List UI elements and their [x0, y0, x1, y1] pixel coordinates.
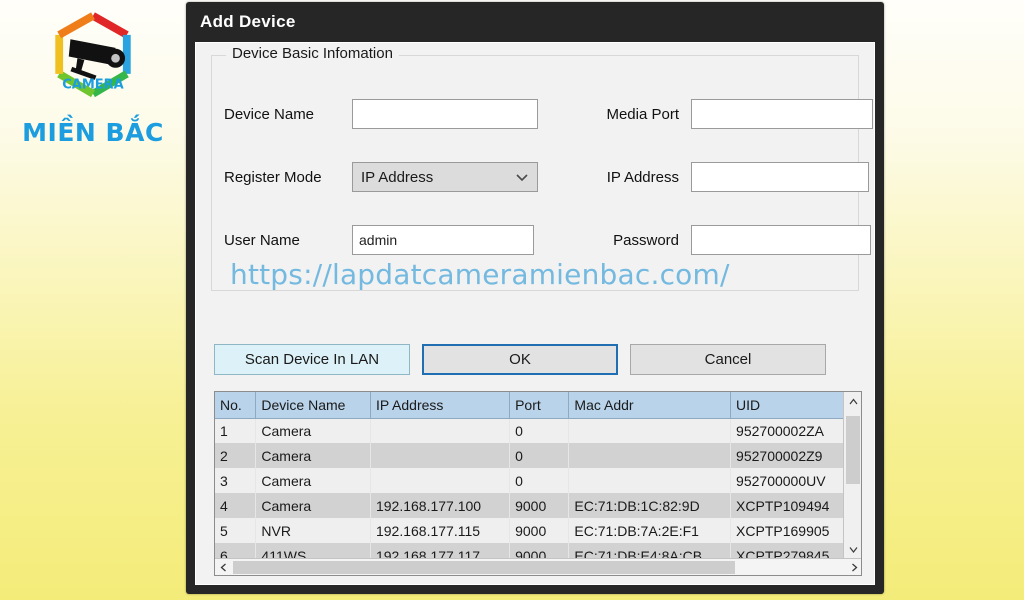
field-row-ip-address: IP Address	[581, 162, 869, 192]
chevron-up-icon[interactable]	[844, 392, 861, 411]
column-header-no[interactable]: No.	[215, 392, 257, 419]
chevron-down-icon[interactable]	[844, 540, 861, 559]
cell-no: 5	[215, 518, 257, 543]
column-header-mac-addr[interactable]: Mac Addr	[568, 392, 732, 419]
column-header-device-name[interactable]: Device Name	[255, 392, 371, 419]
cell-uid: 952700000UV	[730, 468, 861, 493]
group-legend: Device Basic Infomation	[226, 45, 399, 62]
cell-uid: 952700002ZA	[730, 418, 861, 443]
horizontal-scrollbar-thumb[interactable]	[233, 560, 735, 574]
cell-mac-addr	[568, 443, 732, 468]
add-device-dialog: Add Device Device Basic Infomation Devic…	[186, 2, 884, 594]
dialog-button-bar: Scan Device In LAN OK Cancel	[214, 343, 862, 376]
cell-no: 4	[215, 493, 257, 518]
field-row-register-mode: Register Mode IP Address	[224, 162, 538, 192]
media-port-input[interactable]	[691, 99, 873, 129]
field-row-device-name: Device Name	[224, 99, 538, 129]
cell-device-name: Camera	[255, 443, 371, 468]
chevron-left-icon[interactable]	[215, 559, 232, 575]
table-row[interactable]: 5 NVR 192.168.177.115 9000 EC:71:DB:7A:2E:F1…	[215, 518, 861, 543]
password-input[interactable]	[691, 225, 871, 255]
device-basic-information-group: Device Basic Infomation Device Name Regi…	[211, 45, 873, 291]
user-name-label: User Name	[224, 231, 300, 249]
field-row-password: Password	[581, 225, 871, 255]
cell-no: 2	[215, 443, 257, 468]
cell-port: 0	[509, 418, 570, 443]
cell-ip-address	[370, 418, 511, 443]
dialog-titlebar: Add Device	[186, 2, 884, 42]
dialog-title: Add Device	[200, 12, 296, 31]
ip-address-input[interactable]	[691, 162, 869, 192]
column-header-ip-address[interactable]: IP Address	[370, 392, 511, 419]
table-row[interactable]: 3 Camera 0 952700000UV	[215, 468, 861, 493]
vertical-scrollbar-thumb[interactable]	[846, 416, 860, 484]
cell-ip-address	[370, 468, 511, 493]
cell-uid: XCPTP169905	[730, 518, 861, 543]
ok-button[interactable]: OK	[422, 344, 618, 375]
cell-no: 3	[215, 468, 257, 493]
cctv-camera-hexagon-logo-icon: CAMERA	[41, 8, 145, 112]
table-row[interactable]: 1 Camera 0 952700002ZA	[215, 418, 861, 443]
cell-uid: XCPTP109494	[730, 493, 861, 518]
cell-device-name: NVR	[255, 518, 371, 543]
cell-port: 9000	[509, 493, 570, 518]
ip-address-label: IP Address	[606, 168, 679, 186]
scan-device-in-lan-button[interactable]: Scan Device In LAN	[214, 344, 410, 375]
table-vertical-scrollbar[interactable]	[843, 392, 861, 559]
chevron-right-icon[interactable]	[846, 559, 861, 575]
table-row[interactable]: 2 Camera 0 952700002Z9	[215, 443, 861, 468]
password-label: Password	[613, 231, 679, 249]
cell-device-name: Camera	[255, 468, 371, 493]
device-name-input[interactable]	[352, 99, 538, 129]
cancel-button[interactable]: Cancel	[630, 344, 826, 375]
cell-device-name: Camera	[255, 493, 371, 518]
cell-ip-address	[370, 443, 511, 468]
cell-mac-addr	[568, 468, 732, 493]
register-mode-value: IP Address	[361, 168, 434, 186]
media-port-label: Media Port	[606, 105, 679, 123]
column-header-uid[interactable]: UID	[730, 392, 861, 419]
device-name-label: Device Name	[224, 105, 315, 123]
cell-no: 1	[215, 418, 257, 443]
table-row[interactable]: 4 Camera 192.168.177.100 9000 EC:71:DB:1C:82…	[215, 493, 861, 518]
logo-center-label: CAMERA	[62, 78, 124, 93]
column-header-port[interactable]: Port	[509, 392, 570, 419]
cell-mac-addr	[568, 418, 732, 443]
cell-device-name: Camera	[255, 418, 371, 443]
register-mode-select[interactable]: IP Address	[352, 162, 538, 192]
cell-mac-addr: EC:71:DB:7A:2E:F1	[568, 518, 732, 543]
brand-name: MIỀN BẮC	[22, 118, 164, 147]
brand-logo-block: CAMERA MIỀN BẮC	[0, 0, 186, 185]
dialog-body: Device Basic Infomation Device Name Regi…	[195, 42, 875, 585]
cell-mac-addr: EC:71:DB:1C:82:9D	[568, 493, 732, 518]
field-row-media-port: Media Port	[581, 99, 873, 129]
user-name-input[interactable]: admin	[352, 225, 534, 255]
cell-uid: 952700002Z9	[730, 443, 861, 468]
table-header-row: No. Device Name IP Address Port Mac Addr…	[215, 392, 861, 419]
scanned-device-table[interactable]: No. Device Name IP Address Port Mac Addr…	[214, 391, 862, 576]
cell-port: 0	[509, 443, 570, 468]
field-row-user-name: User Name admin	[224, 225, 534, 255]
register-mode-label: Register Mode	[224, 168, 322, 186]
cell-port: 9000	[509, 518, 570, 543]
cell-ip-address: 192.168.177.115	[370, 518, 511, 543]
cell-port: 0	[509, 468, 570, 493]
chevron-down-icon	[515, 170, 529, 184]
cell-ip-address: 192.168.177.100	[370, 493, 511, 518]
table-horizontal-scrollbar[interactable]	[215, 558, 861, 575]
